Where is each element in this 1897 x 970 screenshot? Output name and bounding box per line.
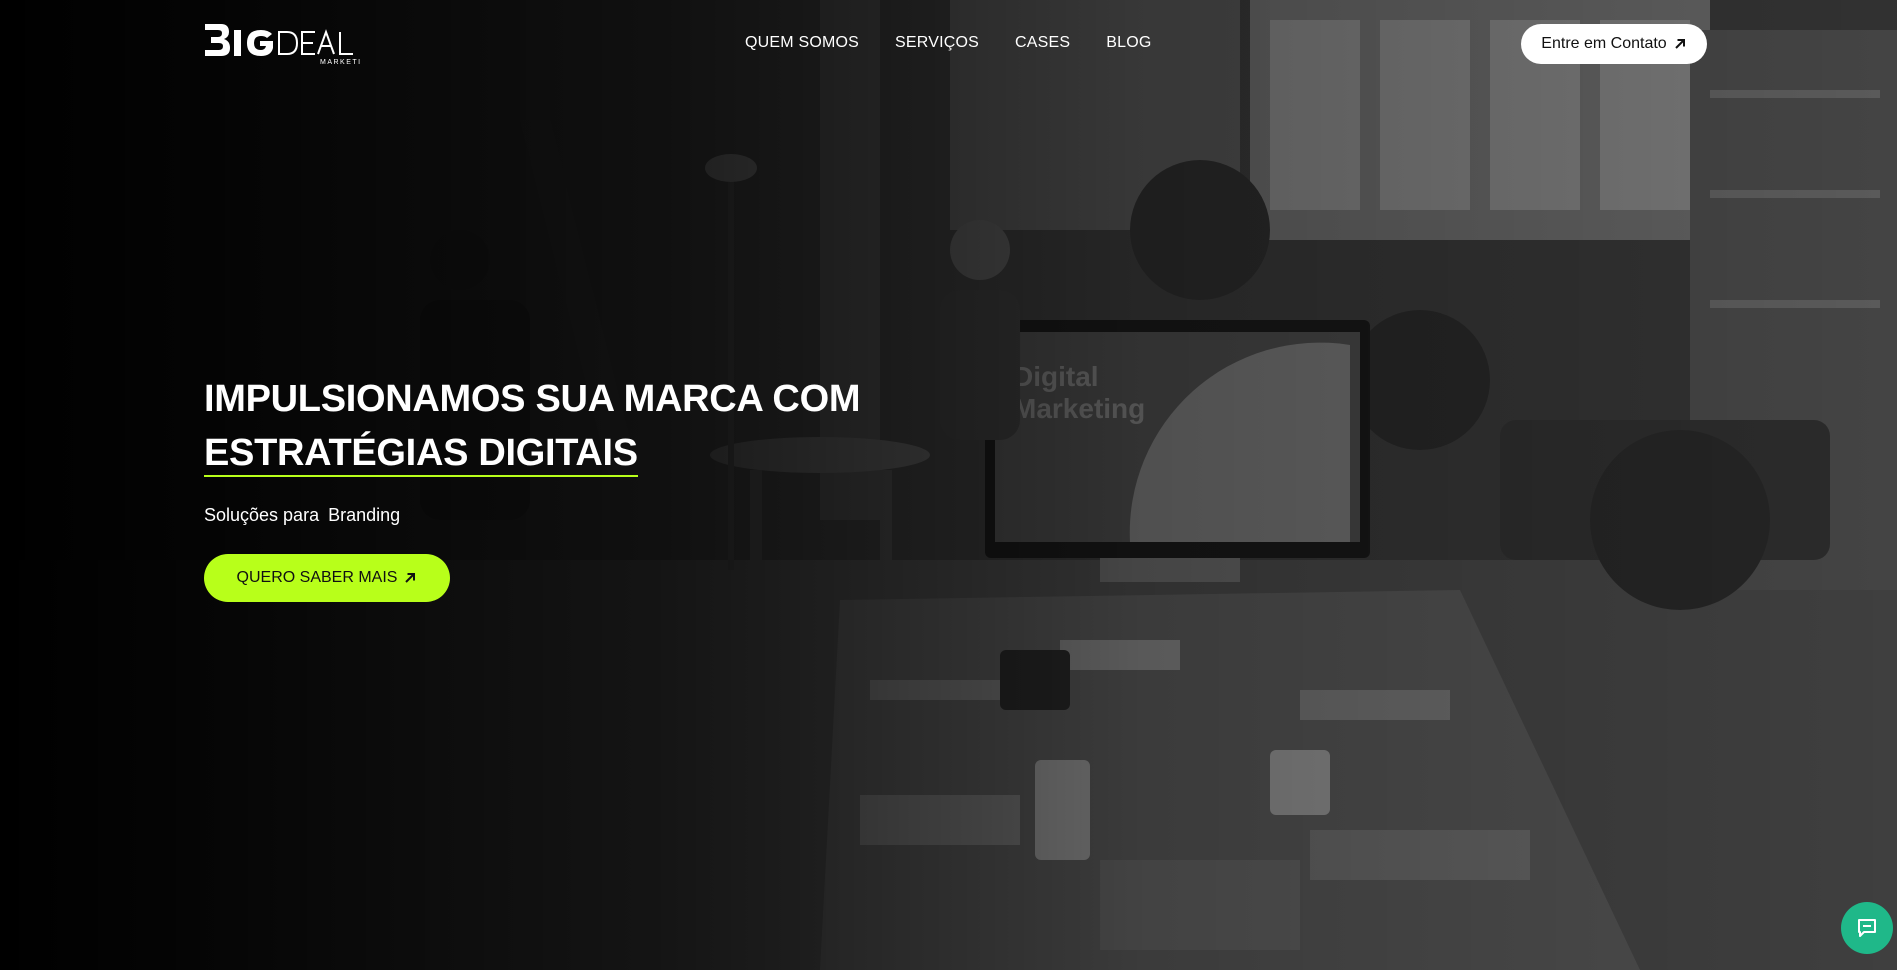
contact-button[interactable]: Entre em Contato (1521, 24, 1707, 64)
cta-button-label: QUERO SABER MAIS (236, 569, 398, 586)
arrow-up-right-icon (405, 573, 416, 583)
hero-dark-overlay (0, 0, 1897, 970)
nav-item-servicos[interactable]: SERVIÇOS (895, 34, 979, 52)
hero-subtitle: Soluções para Branding (204, 505, 400, 526)
main-nav: QUEM SOMOS SERVIÇOS CASES BLOG (745, 34, 1152, 52)
hero-subtitle-word: Branding (328, 505, 401, 525)
nav-item-blog[interactable]: BLOG (1106, 34, 1151, 52)
chat-icon (1858, 919, 1876, 937)
hero-headline: IMPULSIONAMOS SUA MARCA COM ESTRATÉGIAS … (204, 372, 924, 480)
hero-section: Digital Marketing (0, 0, 1897, 970)
contact-button-label: Entre em Contato (1541, 35, 1667, 52)
hero-subtitle-prefix: Soluções para (204, 505, 320, 525)
bigdeal-logo-icon: MARKETING (205, 24, 361, 66)
hero-headline-line2: ESTRATÉGIAS DIGITAIS (204, 431, 638, 477)
logo[interactable]: MARKETING (203, 22, 361, 66)
hero-headline-line1: IMPULSIONAMOS SUA MARCA COM (204, 378, 861, 420)
nav-item-quem-somos[interactable]: QUEM SOMOS (745, 34, 859, 52)
chat-button[interactable] (1841, 902, 1893, 954)
nav-item-cases[interactable]: CASES (1015, 34, 1070, 52)
logo-subtext: MARKETING (320, 59, 361, 66)
arrow-up-right-icon (1674, 39, 1685, 49)
cta-button[interactable]: QUERO SABER MAIS (204, 554, 450, 602)
